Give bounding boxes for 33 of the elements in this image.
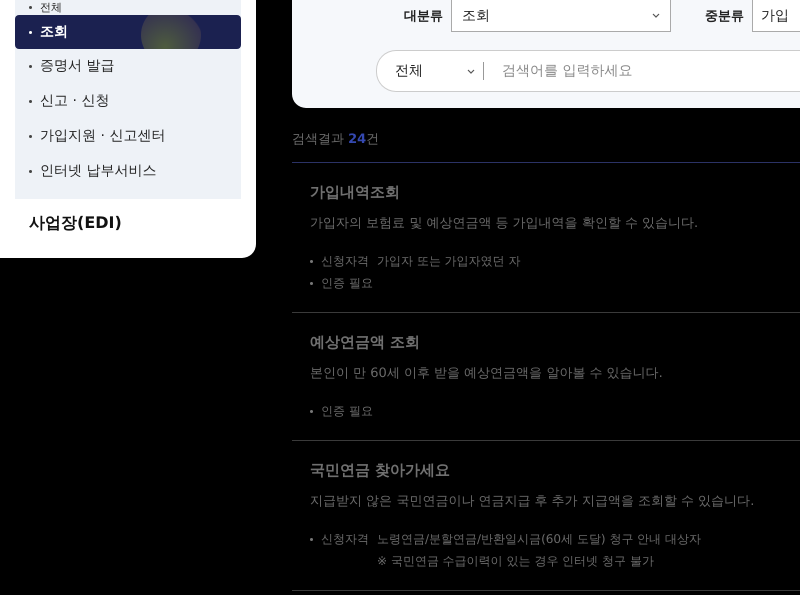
menu-item[interactable]: 조회 [15,15,241,49]
bullet-icon [310,260,313,263]
bullet-icon [310,538,313,541]
detail-text: ※ 국민연금 수급이력이 있는 경우 인터넷 청구 불가 [377,553,655,570]
result-title[interactable]: 가입내역조회 [310,183,782,202]
category-select[interactable]: 가입 [752,0,800,32]
chevron-down-icon [652,13,660,18]
detail-label: 인증 필요 [321,275,373,292]
section-heading[interactable]: 사업장(EDI) [15,199,241,248]
detail-text: 가입자 또는 가입자였던 자 [377,253,520,270]
menu-item[interactable]: 증명서 발급 [15,49,241,84]
detail-label: 신청자격 [321,253,369,270]
result-description: 지급받지 않은 국민연금이나 연금지급 후 추가 지급액을 조회할 수 있습니다. [310,493,756,510]
chevron-down-icon [467,68,475,74]
result-title[interactable]: 예상연금액 조회 [310,333,782,352]
menu-item[interactable]: 신고 · 신청 [15,84,241,119]
filter-label: 중분류 [705,8,744,24]
detail-label: 신청자격 [321,531,369,548]
filter-label: 대분류 [404,8,443,24]
menu-item[interactable]: 인터넷 납부서비스 [15,154,241,189]
detail-text: 노령연금/분할연금/반환일시금(60세 도달) 청구 안내 대상자 [377,531,701,548]
scope-select[interactable]: 전체 [395,62,483,80]
category-select[interactable]: 조회 [451,0,671,32]
detail-label: 인증 필요 [321,403,373,420]
result-description: 가입자의 보험료 및 예상연금액 등 가입내역을 확인할 수 있습니다. [310,215,700,232]
bullet-icon [310,410,313,413]
search-field[interactable]: 전체 검색어를 입력하세요 [376,50,800,92]
result-description: 본인이 만 60세 이후 받을 예상연금액을 알아볼 수 있습니다. [310,365,664,382]
bullet-icon [310,282,313,285]
menu-item[interactable]: 가입지원 · 신고센터 [15,119,241,154]
menu-item[interactable]: 전체 [15,0,241,15]
result-count: 검색결과 24건 [292,131,380,148]
result-title[interactable]: 국민연금 찾아가세요 [310,461,782,480]
